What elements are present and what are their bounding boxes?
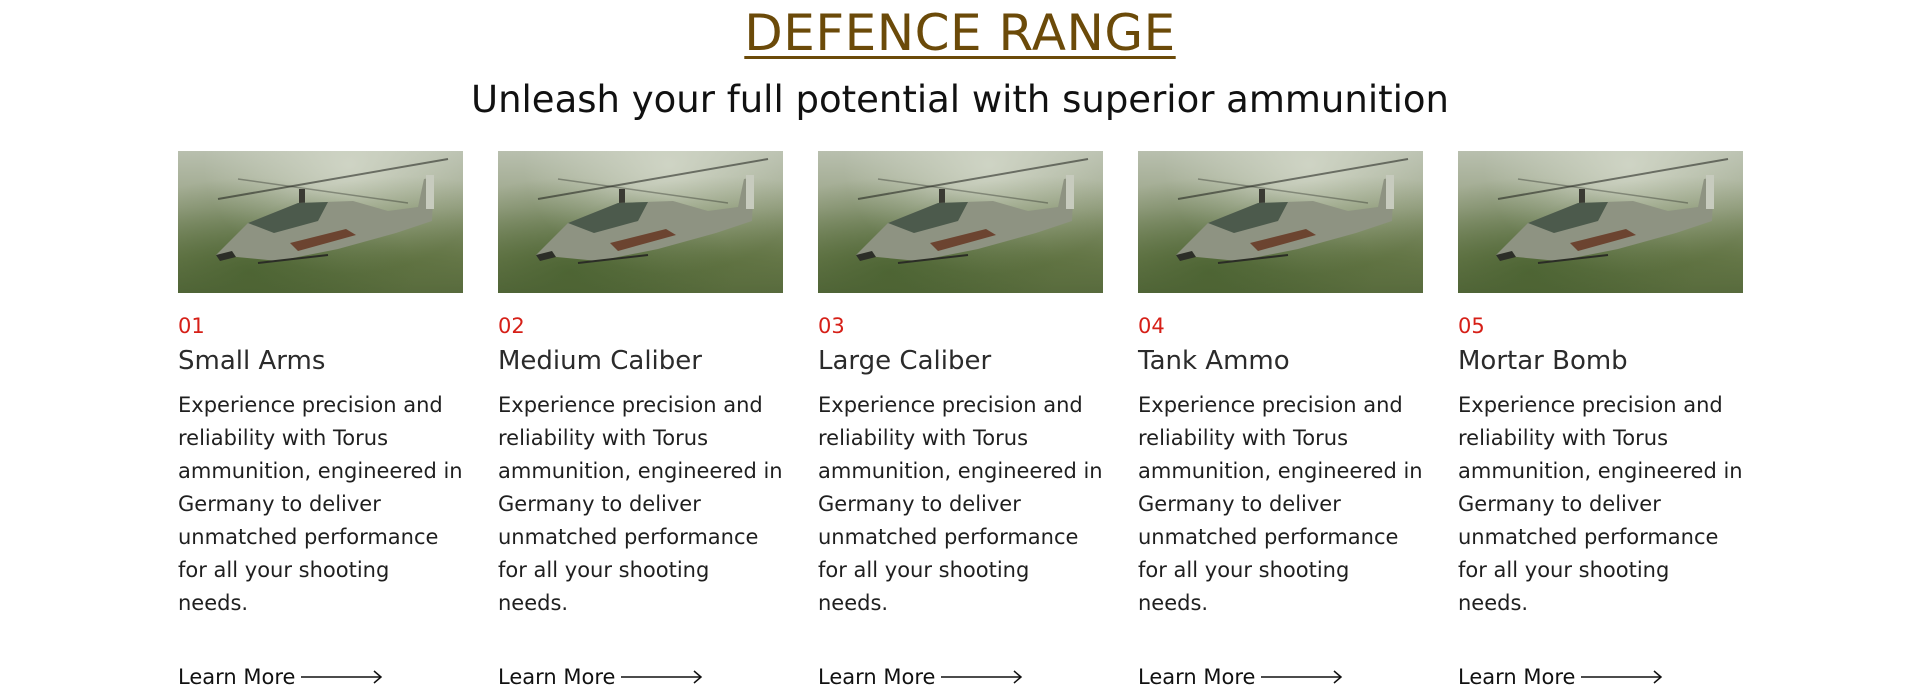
product-card: 04 Tank Ammo Experience precision and re…	[1138, 151, 1423, 690]
helicopter-icon	[216, 158, 449, 264]
learn-more-link[interactable]: Learn More	[178, 664, 383, 690]
arrow-right-icon	[941, 670, 1023, 684]
card-number: 05	[1458, 314, 1485, 338]
card-title: Tank Ammo	[1138, 346, 1290, 376]
helicopter-icon	[1176, 158, 1409, 264]
learn-more-link[interactable]: Learn More	[1138, 664, 1343, 690]
card-description: Experience precision and reliability wit…	[1138, 393, 1423, 615]
product-card-list: 01 Small Arms Experience precision and r…	[178, 151, 1744, 690]
helicopter-image	[1458, 151, 1743, 293]
card-number: 03	[818, 314, 845, 338]
helicopter-image	[178, 151, 463, 293]
card-description: Experience precision and reliability wit…	[818, 393, 1103, 615]
card-number: 04	[1138, 314, 1165, 338]
card-description: Experience precision and reliability wit…	[498, 393, 783, 615]
arrow-right-icon	[301, 670, 383, 684]
arrow-right-icon	[1261, 670, 1343, 684]
section-title: DEFENCE RANGE	[744, 4, 1176, 62]
arrow-right-icon	[621, 670, 703, 684]
helicopter-image	[818, 151, 1103, 293]
learn-more-link[interactable]: Learn More	[1458, 664, 1663, 690]
card-title: Mortar Bomb	[1458, 346, 1628, 376]
arrow-right-icon	[1581, 670, 1663, 684]
product-card: 03 Large Caliber Experience precision an…	[818, 151, 1103, 690]
card-number: 01	[178, 314, 205, 338]
card-number: 02	[498, 314, 525, 338]
learn-more-label: Learn More	[1138, 665, 1256, 689]
learn-more-label: Learn More	[818, 665, 936, 689]
learn-more-link[interactable]: Learn More	[818, 664, 1023, 690]
helicopter-icon	[856, 158, 1089, 264]
product-card: 01 Small Arms Experience precision and r…	[178, 151, 463, 690]
learn-more-label: Learn More	[498, 665, 616, 689]
card-title: Large Caliber	[818, 346, 992, 376]
helicopter-icon	[1496, 158, 1729, 264]
card-description: Experience precision and reliability wit…	[1458, 393, 1743, 615]
card-title: Small Arms	[178, 346, 326, 376]
helicopter-icon	[536, 158, 769, 264]
learn-more-link[interactable]: Learn More	[498, 664, 703, 690]
helicopter-image	[498, 151, 783, 293]
card-title: Medium Caliber	[498, 346, 702, 376]
learn-more-label: Learn More	[178, 665, 296, 689]
section-subtitle: Unleash your full potential with superio…	[471, 78, 1449, 121]
product-card: 02 Medium Caliber Experience precision a…	[498, 151, 783, 690]
section-header: DEFENCE RANGE	[0, 0, 1920, 64]
learn-more-label: Learn More	[1458, 665, 1576, 689]
product-card: 05 Mortar Bomb Experience precision and …	[1458, 151, 1743, 690]
card-description: Experience precision and reliability wit…	[178, 393, 463, 615]
helicopter-image	[1138, 151, 1423, 293]
